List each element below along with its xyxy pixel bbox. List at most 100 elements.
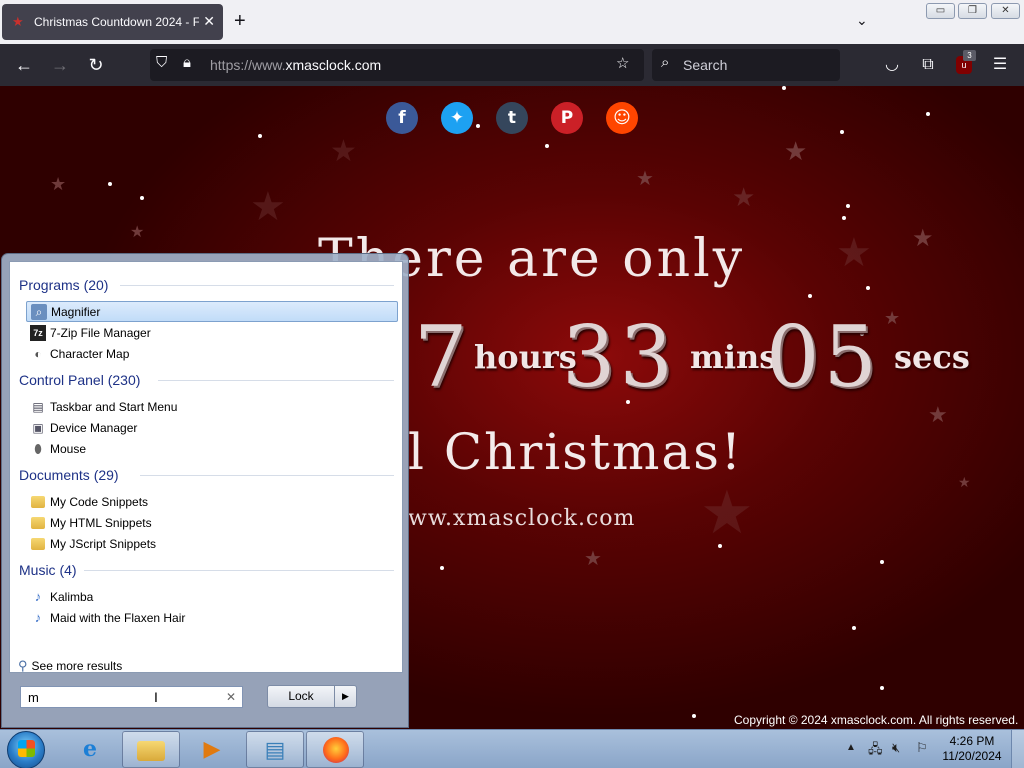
result-magnifier[interactable]: ⌕ Magnifier — [26, 301, 398, 322]
lock-button[interactable]: Lock — [267, 685, 335, 708]
snow-dot — [866, 286, 870, 290]
snow-dot — [926, 112, 930, 116]
shutdown-options-arrow-icon[interactable]: ▶ — [334, 685, 357, 708]
tab-title: Christmas Countdown 2024 - F — [34, 15, 199, 29]
result-kalimba[interactable]: ♪ Kalimba — [26, 586, 398, 607]
background-star-icon: ★ — [928, 402, 948, 427]
search-query-text: m — [28, 690, 39, 705]
until-christmas-text: l Christmas! — [408, 423, 743, 481]
documents-heading[interactable]: Documents (29) — [19, 467, 119, 483]
result-taskbar-start-menu[interactable]: ▤ Taskbar and Start Menu — [26, 396, 398, 417]
divider — [120, 285, 394, 286]
text-cursor-icon: I — [154, 689, 158, 705]
result-label: Magnifier — [51, 304, 101, 319]
taskbar-notepad[interactable]: ▤ — [246, 731, 304, 768]
network-icon[interactable]: 🖧︎ — [868, 740, 883, 762]
music-note-icon: ♪ — [34, 609, 42, 625]
music-note-icon: ♪ — [34, 588, 42, 604]
result-label: 7-Zip File Manager — [50, 325, 151, 340]
bookmark-star-icon[interactable]: ☆ — [616, 54, 629, 72]
snow-dot — [140, 196, 144, 200]
background-star-icon: ★ — [584, 548, 602, 570]
result-label: Taskbar and Start Menu — [50, 399, 178, 414]
folder-explorer-icon — [137, 741, 165, 761]
result-label: My Code Snippets — [50, 494, 149, 509]
search-results-panel: Programs (20) ⌕ Magnifier 7z 7-Zip File … — [9, 261, 403, 673]
pinterest-share-button[interactable]: P — [551, 102, 583, 134]
control-panel-heading[interactable]: Control Panel (230) — [19, 372, 140, 388]
seconds-digits: 05 — [766, 308, 881, 406]
search-placeholder: Search — [683, 57, 728, 73]
start-menu: Programs (20) ⌕ Magnifier 7z 7-Zip File … — [1, 253, 409, 728]
minimize-window-button[interactable]: ▭ — [926, 3, 955, 19]
facebook-icon: f — [398, 108, 406, 128]
twitter-share-button[interactable]: ✦ — [441, 102, 473, 134]
result-code-snippets[interactable]: My Code Snippets — [26, 491, 398, 512]
extension-count-badge: 3 — [963, 50, 976, 61]
result-character-map[interactable]: ◐ Character Map — [26, 343, 398, 364]
divider — [158, 380, 394, 381]
show-desktop-button[interactable] — [1011, 730, 1024, 768]
minutes-label: mins — [690, 338, 778, 376]
active-tab[interactable]: ★ Christmas Countdown 2024 - F ✕ — [2, 4, 223, 40]
result-device-manager[interactable]: ▣ Device Manager — [26, 417, 398, 438]
clear-search-icon[interactable]: ✕ — [226, 690, 236, 704]
url-scheme: https://www. — [210, 57, 286, 73]
result-html-snippets[interactable]: My HTML Snippets — [26, 512, 398, 533]
tab-strip: ★ Christmas Countdown 2024 - F ✕ + ⌄ ▭ ❐… — [0, 0, 1024, 44]
media-player-icon: ▶ — [203, 736, 221, 761]
hamburger-menu-icon[interactable]: ☰ — [988, 53, 1012, 77]
background-star-icon: ★ — [884, 308, 901, 328]
list-all-tabs-chevron-icon[interactable]: ⌄ — [856, 12, 868, 29]
pocket-icon[interactable]: ◡ — [880, 53, 904, 77]
programs-heading[interactable]: Programs (20) — [19, 277, 108, 293]
extensions-puzzle-icon[interactable]: ⧉ — [916, 53, 940, 77]
folder-icon — [31, 537, 45, 550]
reddit-alien-icon: ☺ — [613, 108, 631, 128]
result-7zip[interactable]: 7z 7-Zip File Manager — [26, 322, 398, 343]
url-host: xmasclock.com — [285, 57, 382, 73]
see-more-label: See more results — [31, 659, 123, 673]
restore-window-button[interactable]: ❐ — [958, 3, 987, 19]
tumblr-share-button[interactable]: t — [496, 102, 528, 134]
result-label: Character Map — [50, 346, 130, 361]
result-label: Device Manager — [50, 420, 138, 435]
snow-dot — [880, 686, 884, 690]
start-search-input[interactable]: m I ✕ — [20, 686, 243, 708]
background-star-icon: ★ — [636, 168, 654, 190]
result-maid-flaxen-hair[interactable]: ♪ Maid with the Flaxen Hair — [26, 607, 398, 628]
music-heading[interactable]: Music (4) — [19, 562, 77, 578]
background-star-icon: ★ — [732, 182, 756, 212]
taskbar-media-player[interactable]: ▶ — [184, 731, 242, 768]
close-window-button[interactable]: ✕ — [991, 3, 1020, 19]
show-hidden-icons-arrow-icon[interactable]: ▲ — [846, 742, 856, 753]
snow-dot — [718, 544, 722, 548]
facebook-share-button[interactable]: f — [386, 102, 418, 134]
result-mouse[interactable]: ⬮ Mouse — [26, 438, 398, 459]
start-orb-button[interactable] — [7, 731, 45, 768]
forward-arrow-icon[interactable]: → — [48, 53, 72, 77]
close-tab-icon[interactable]: ✕ — [203, 13, 215, 30]
taskbar-firefox[interactable] — [306, 731, 364, 768]
taskbar-clock[interactable]: 4:26 PM 11/20/2024 — [940, 734, 1004, 764]
taskbar-internet-explorer[interactable]: e — [62, 731, 120, 768]
lock-icon[interactable]: 🔒︎ — [183, 54, 191, 71]
back-arrow-icon[interactable]: ← — [12, 53, 36, 77]
new-tab-button[interactable]: + — [234, 10, 246, 32]
volume-muted-icon[interactable]: 🔇︎ — [892, 740, 900, 756]
shield-icon[interactable]: ⛉ — [156, 54, 167, 71]
reddit-share-button[interactable]: ☺ — [606, 102, 638, 134]
snow-dot — [808, 294, 812, 298]
reload-icon[interactable]: ↻ — [84, 53, 108, 77]
result-jscript-snippets[interactable]: My JScript Snippets — [26, 533, 398, 554]
divider — [140, 475, 394, 476]
url-text[interactable]: https://www.xmasclock.com — [210, 57, 381, 73]
mouse-icon: ⬮ — [34, 441, 42, 456]
magnifier-icon: ⌕ — [31, 303, 47, 320]
search-bar[interactable]: ⌕ Search — [652, 49, 840, 81]
address-bar[interactable]: ⛉ 🔒︎ https://www.xmasclock.com ☆ — [150, 49, 644, 81]
pinterest-icon: P — [560, 108, 574, 128]
taskbar-windows-explorer[interactable] — [122, 731, 180, 768]
see-more-results-link[interactable]: ⚲ See more results — [18, 658, 122, 674]
action-center-flag-icon[interactable]: ⚐ — [916, 740, 928, 756]
